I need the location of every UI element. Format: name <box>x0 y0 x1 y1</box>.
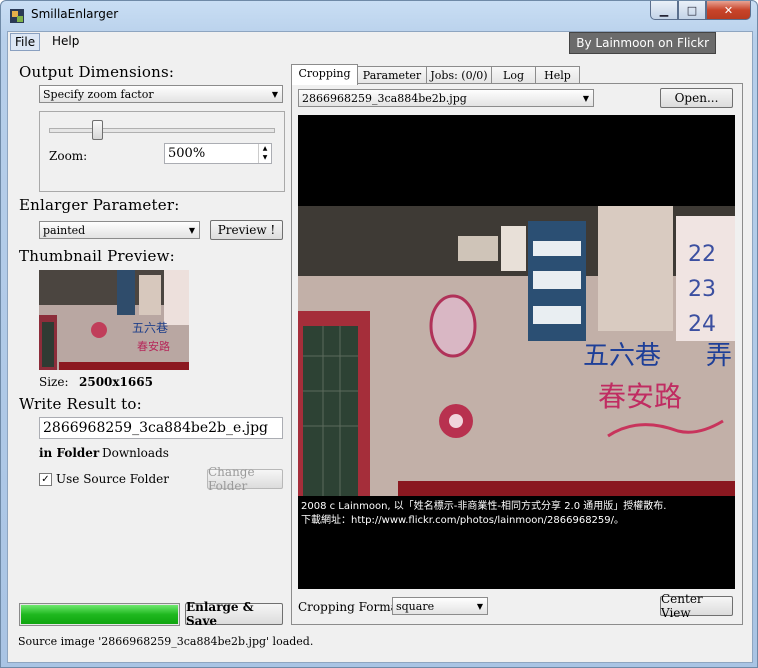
svg-text:五六巷: 五六巷 <box>132 321 168 335</box>
zoom-spinbox[interactable]: 500% ▲ ▼ <box>164 143 272 164</box>
svg-text:春安路: 春安路 <box>137 339 170 353</box>
minimize-icon: ▁ <box>659 3 669 17</box>
progress-fill <box>21 605 178 624</box>
app-icon <box>10 9 24 23</box>
minimize-button[interactable]: ▁ <box>650 1 678 20</box>
zoom-value: 500% <box>168 146 206 161</box>
preview-button[interactable]: Preview ! <box>210 220 283 240</box>
chevron-down-icon: ▼ <box>271 90 278 99</box>
credit-line-1: 2008 c Lainmoon, 以「姓名標示-非商業性-相同方式分享 2.0 … <box>301 501 667 512</box>
source-file-select[interactable]: 2866968259_3ca884be2b.jpg ▼ <box>298 89 594 107</box>
close-button[interactable]: ✕ <box>706 1 751 20</box>
change-folder-button[interactable]: Change Folder <box>207 465 283 493</box>
output-dimensions-heading: Output Dimensions: <box>19 63 175 81</box>
cropping-pane: 2866968259_3ca884be2b.jpg ▼ Open... 22 2… <box>291 83 743 625</box>
chevron-down-icon: ▼ <box>188 226 195 235</box>
svg-text:23: 23 <box>688 277 716 302</box>
open-button[interactable]: Open... <box>660 88 733 108</box>
output-filename-field[interactable]: 2866968259_3ca884be2b_e.jpg <box>39 417 283 439</box>
enlarge-save-button[interactable]: Enlarge & Save <box>185 600 283 628</box>
enlarger-parameter-heading: Enlarger Parameter: <box>19 196 180 214</box>
tab-help[interactable]: Help <box>535 66 580 84</box>
zoom-slider-track[interactable] <box>49 128 275 133</box>
crop-preview[interactable]: 22 23 24 五六巷 弄 春安路 2008 c Lainmoon, 以「姓名… <box>298 115 735 589</box>
preset-value: painted <box>43 224 86 237</box>
menu-help[interactable]: Help <box>48 33 83 49</box>
size-value: 2500x1665 <box>79 375 153 389</box>
output-filename-value: 2866968259_3ca884be2b_e.jpg <box>43 420 269 436</box>
maximize-button[interactable]: □ <box>678 1 706 20</box>
app-window: SmillaEnlarger ▁ □ ✕ File Help By Lainmo… <box>0 0 758 668</box>
tooltip: By Lainmoon on Flickr <box>569 32 716 54</box>
svg-text:春安路: 春安路 <box>598 380 682 413</box>
chevron-down-icon: ▼ <box>476 602 483 611</box>
center-view-button[interactable]: Center View <box>660 592 733 620</box>
tab-cropping[interactable]: Cropping <box>291 64 358 85</box>
thumbnail-image: 五六巷 春安路 <box>39 270 189 370</box>
client-area: File Help By Lainmoon on Flickr Output D… <box>7 31 753 663</box>
write-result-heading: Write Result to: <box>19 395 142 413</box>
size-label: Size: <box>39 375 69 389</box>
svg-text:五六巷: 五六巷 <box>583 341 661 371</box>
credit-line-2: 下載網址：http://www.flickr.com/photos/lainmo… <box>301 515 625 526</box>
thumbnail-preview-heading: Thumbnail Preview: <box>19 247 175 265</box>
cropping-format-label: Cropping Format: <box>298 600 407 614</box>
image-credit: 2008 c Lainmoon, 以「姓名標示-非商業性-相同方式分享 2.0 … <box>301 500 666 528</box>
cropping-format-select[interactable]: square ▼ <box>392 597 488 615</box>
tab-log[interactable]: Log <box>491 66 536 84</box>
status-text: Source image '2866968259_3ca884be2b.jpg'… <box>18 635 314 648</box>
title-bar: SmillaEnlarger ▁ □ ✕ <box>1 1 757 31</box>
in-folder-label: in Folder <box>39 446 100 460</box>
window-title: SmillaEnlarger <box>31 7 119 21</box>
tab-jobs[interactable]: Jobs: (0/0) <box>426 66 492 84</box>
spin-up-icon[interactable]: ▲ <box>259 144 271 153</box>
checkmark-icon: ✓ <box>41 474 50 485</box>
preset-select[interactable]: painted ▼ <box>39 221 200 239</box>
tab-parameter[interactable]: Parameter <box>357 66 427 84</box>
svg-text:弄: 弄 <box>706 341 732 371</box>
chevron-down-icon: ▼ <box>582 94 589 103</box>
folder-value: Downloads <box>102 446 169 460</box>
svg-text:22: 22 <box>688 242 716 267</box>
zoom-slider-handle[interactable] <box>92 120 103 140</box>
maximize-icon: □ <box>686 3 698 17</box>
use-source-folder-checkbox[interactable]: ✓ <box>39 473 52 486</box>
use-source-folder-label: Use Source Folder <box>56 472 169 486</box>
zoom-label: Zoom: <box>49 149 88 163</box>
zoom-mode-value: Specify zoom factor <box>43 88 154 101</box>
zoom-panel: Zoom: 500% ▲ ▼ <box>39 111 285 192</box>
menu-file[interactable]: File <box>10 33 41 51</box>
zoom-mode-select[interactable]: Specify zoom factor ▼ <box>39 85 283 103</box>
cropping-format-value: square <box>396 600 435 613</box>
preview-image: 22 23 24 五六巷 弄 春安路 <box>298 206 735 496</box>
spin-down-icon[interactable]: ▼ <box>259 153 271 162</box>
progress-bar <box>19 603 180 626</box>
close-icon: ✕ <box>723 3 734 17</box>
svg-text:24: 24 <box>688 312 716 337</box>
source-file-value: 2866968259_3ca884be2b.jpg <box>302 92 467 105</box>
